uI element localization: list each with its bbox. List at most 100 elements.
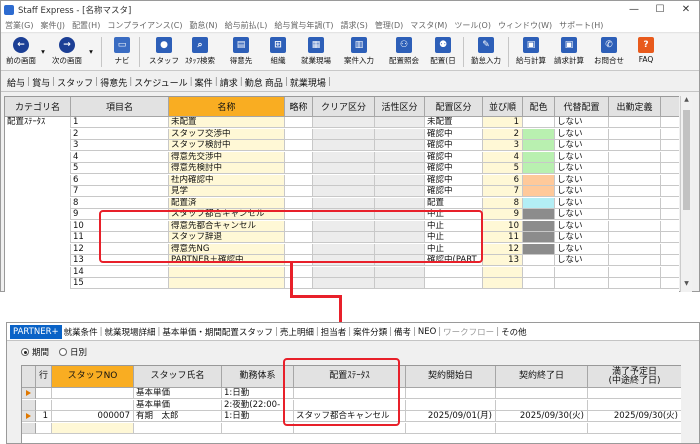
cell-status[interactable]: スタッフ都合キャンセル bbox=[294, 411, 406, 422]
cell-attendance[interactable] bbox=[609, 174, 661, 186]
cell-item[interactable]: 4 bbox=[71, 151, 169, 163]
cell-active[interactable] bbox=[375, 266, 425, 278]
menu-kanri[interactable]: 管理(D) bbox=[375, 20, 403, 31]
tab-tantosha[interactable]: 担当者 bbox=[321, 326, 347, 338]
cell-name[interactable] bbox=[169, 266, 285, 278]
cell-end[interactable] bbox=[496, 422, 588, 434]
cell-attendance[interactable] bbox=[609, 140, 661, 151]
next-screen-button[interactable]: → 次の画面 bbox=[50, 35, 84, 69]
cell-placement[interactable]: 中止 bbox=[425, 232, 483, 243]
cell-attendance[interactable] bbox=[609, 151, 661, 163]
cell-order[interactable]: 13 bbox=[483, 255, 523, 266]
cell-name[interactable]: 見学 bbox=[169, 186, 285, 197]
cell-placement[interactable]: 確認中 bbox=[425, 186, 483, 197]
cell-clear[interactable] bbox=[313, 209, 375, 220]
cell-start[interactable] bbox=[406, 388, 496, 399]
cell-staff-name[interactable]: 基本単価 bbox=[134, 399, 222, 411]
scroll-down-icon[interactable]: ▼ bbox=[681, 280, 692, 291]
cell-abbr[interactable] bbox=[285, 128, 313, 140]
cell-order[interactable]: 6 bbox=[483, 174, 523, 186]
cell-end[interactable]: 2025/09/30(火) bbox=[496, 411, 588, 422]
cell-alt[interactable]: しない bbox=[555, 220, 609, 232]
minimize-icon[interactable]: — bbox=[621, 1, 647, 18]
cell-color-swatch[interactable] bbox=[523, 151, 555, 163]
staff-button[interactable]: ● スタッフ bbox=[149, 35, 179, 69]
cell-name[interactable]: スタッフ辞退 bbox=[169, 232, 285, 243]
cell-status[interactable] bbox=[294, 422, 406, 434]
cell-clear[interactable] bbox=[313, 255, 375, 266]
cell-kinmu[interactable]: 2:夜勤(22:00- bbox=[222, 399, 294, 411]
cell-abbr[interactable] bbox=[285, 220, 313, 232]
cell-alt[interactable]: しない bbox=[555, 232, 609, 243]
cell-color-swatch[interactable] bbox=[523, 174, 555, 186]
header-color[interactable]: 配色 bbox=[523, 97, 555, 117]
cell-active[interactable] bbox=[375, 151, 425, 163]
scrollbar-thumb[interactable] bbox=[683, 110, 690, 210]
cell-alt[interactable] bbox=[555, 278, 609, 289]
cell-item[interactable]: 1 bbox=[71, 117, 169, 128]
cell-active[interactable] bbox=[375, 186, 425, 197]
cell-kinmu[interactable]: 1:日勤 bbox=[222, 388, 294, 399]
tab-anken-bunrui[interactable]: 案件分類 bbox=[353, 326, 387, 338]
row-marker[interactable] bbox=[22, 422, 36, 434]
menu-compliance[interactable]: コンプライアンス(C) bbox=[107, 20, 182, 31]
navi-button[interactable]: ▭ ナビ bbox=[111, 35, 133, 69]
cell-placement[interactable]: 確認中 bbox=[425, 163, 483, 174]
cell-active[interactable] bbox=[375, 174, 425, 186]
cell-item[interactable]: 9 bbox=[71, 209, 169, 220]
cell-order[interactable]: 8 bbox=[483, 197, 523, 209]
cell-active[interactable] bbox=[375, 140, 425, 151]
cell-attendance[interactable] bbox=[609, 117, 661, 128]
cell-name[interactable]: 配置済 bbox=[169, 197, 285, 209]
tab-biko[interactable]: 備考 bbox=[394, 326, 411, 338]
cell-status[interactable] bbox=[294, 388, 406, 399]
cell-active[interactable] bbox=[375, 243, 425, 255]
cell-attendance[interactable] bbox=[609, 163, 661, 174]
tab-neo[interactable]: NEO bbox=[418, 327, 436, 337]
cell-order[interactable]: 9 bbox=[483, 209, 523, 220]
menu-anken[interactable]: 案件(J) bbox=[40, 20, 65, 31]
cell-item[interactable]: 10 bbox=[71, 220, 169, 232]
menu-eigyo[interactable]: 営業(G) bbox=[5, 20, 33, 31]
cell-active[interactable] bbox=[375, 255, 425, 266]
header-alt[interactable]: 代替配置 bbox=[555, 97, 609, 117]
cell-clear[interactable] bbox=[313, 174, 375, 186]
cell-item[interactable]: 8 bbox=[71, 197, 169, 209]
cell-expire[interactable] bbox=[588, 388, 681, 399]
cell-clear[interactable] bbox=[313, 243, 375, 255]
header-clear[interactable]: クリア区分 bbox=[313, 97, 375, 117]
cell-attendance[interactable] bbox=[609, 197, 661, 209]
cell-active[interactable] bbox=[375, 197, 425, 209]
cell-order[interactable]: 5 bbox=[483, 163, 523, 174]
header-name[interactable]: 名称 bbox=[169, 97, 285, 117]
tab-kihon-tanka[interactable]: 基本単価・期間配置スタッフ bbox=[162, 326, 273, 338]
cell-name[interactable]: 社内確認中 bbox=[169, 174, 285, 186]
menu-window[interactable]: ウィンドウ(W) bbox=[498, 20, 552, 31]
cell-attendance[interactable] bbox=[609, 255, 661, 266]
cell-placement[interactable] bbox=[425, 266, 483, 278]
cell-expire[interactable] bbox=[588, 400, 681, 411]
header-status[interactable]: 配置ｽﾃｰﾀｽ bbox=[294, 366, 406, 388]
header-placement[interactable]: 配置区分 bbox=[425, 97, 483, 117]
cell-placement[interactable]: 確認中 bbox=[425, 174, 483, 186]
cell-alt[interactable]: しない bbox=[555, 151, 609, 163]
cell-order[interactable]: 11 bbox=[483, 232, 523, 243]
menu-support[interactable]: サポート(H) bbox=[559, 20, 603, 31]
cell-color-swatch[interactable] bbox=[523, 209, 555, 220]
tab-kintai[interactable]: 勤怠 bbox=[245, 76, 263, 89]
cell-attendance[interactable] bbox=[609, 209, 661, 220]
cell-start[interactable] bbox=[406, 399, 496, 411]
menu-tool[interactable]: ツール(O) bbox=[454, 20, 491, 31]
cell-staff-no[interactable] bbox=[52, 422, 134, 434]
cell-alt[interactable]: しない bbox=[555, 243, 609, 255]
cell-clear[interactable] bbox=[313, 232, 375, 243]
cell-item[interactable]: 13 bbox=[71, 255, 169, 266]
cell-placement[interactable]: 確認中 bbox=[425, 151, 483, 163]
row-marker[interactable] bbox=[22, 388, 36, 399]
tokuisaki-button[interactable]: ▤ 得意先 bbox=[226, 35, 256, 69]
header-kinmu[interactable]: 勤務体系 bbox=[222, 366, 294, 388]
menu-kyuyo-maebarai[interactable]: 給与前払(L) bbox=[225, 20, 268, 31]
header-staff-name[interactable]: スタッフ氏名 bbox=[134, 366, 222, 388]
cell-color-swatch[interactable] bbox=[523, 140, 555, 151]
cell-name[interactable]: スタッフ交渉中 bbox=[169, 128, 285, 140]
